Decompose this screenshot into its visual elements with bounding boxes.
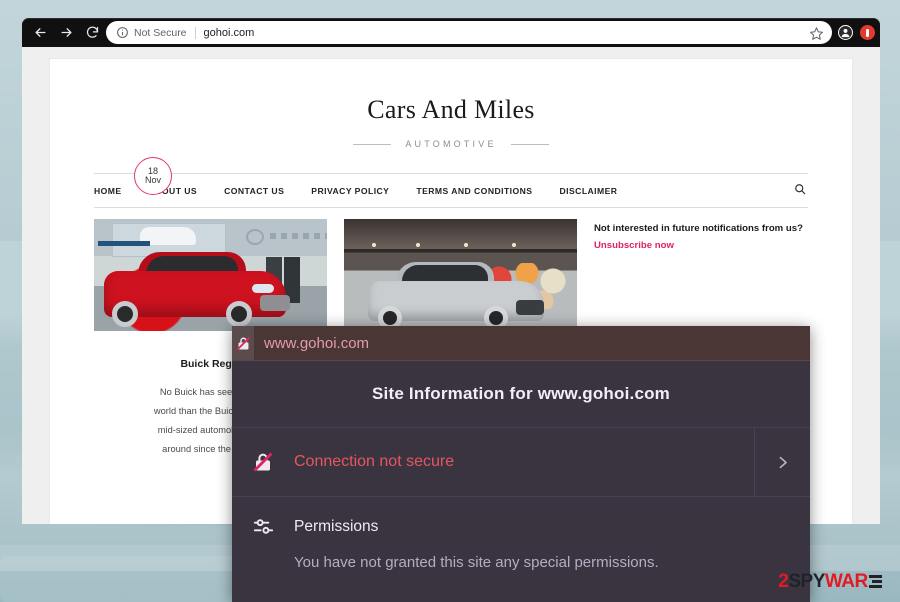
navigation-buttons <box>28 18 104 47</box>
browser-toolbar: Not Secure gohoi.com <box>22 18 880 47</box>
watermark-e-glyph <box>868 574 882 589</box>
permissions-title: Permissions <box>294 517 379 535</box>
connection-not-secure-row[interactable]: Connection not secure <box>232 427 810 497</box>
watermark-part-1: 2 <box>778 571 789 592</box>
notification-note: Not interested in future notifications f… <box>594 221 808 255</box>
notification-text: Not interested in future notifications f… <box>594 223 803 234</box>
car-grille <box>260 295 290 311</box>
watermark-part-3: WAR <box>824 571 868 592</box>
not-secure-label: Not Secure <box>134 26 187 39</box>
watermark: 2SPYWAR <box>760 562 900 602</box>
article-date-badge: 18 Nov <box>134 157 172 195</box>
panel-url-text: www.gohoi.com <box>264 334 370 352</box>
address-bar[interactable]: Not Secure gohoi.com <box>106 21 832 44</box>
ceiling-light <box>464 243 468 247</box>
ceiling-light <box>372 243 376 247</box>
date-month: Nov <box>144 175 161 185</box>
article-card[interactable] <box>344 219 577 331</box>
car-wheel <box>112 301 138 327</box>
banner-strip <box>98 241 150 246</box>
lock-crossed-icon <box>232 450 294 474</box>
nav-item-privacy-policy[interactable]: PRIVACY POLICY <box>311 186 389 196</box>
site-tagline: AUTOMOTIVE <box>405 139 497 149</box>
watermark-part-2: SPY <box>788 571 825 592</box>
article-thumbnail-red-buick <box>94 219 327 331</box>
panel-heading-area: Site Information for www.gohoi.com <box>232 361 810 427</box>
info-circle-icon <box>116 26 129 39</box>
permissions-description: You have not granted this site any speci… <box>294 554 659 571</box>
permissions-header: Permissions <box>232 515 810 538</box>
browser-menu-icon[interactable] <box>860 25 875 40</box>
permissions-sliders-icon <box>232 515 294 538</box>
article-thumbnail-silver-buick <box>344 219 577 331</box>
ceiling-light <box>512 243 516 247</box>
permissions-section: Permissions You have not granted this si… <box>232 497 810 571</box>
nav-list: HOME ABOUT US CONTACT US PRIVACY POLICY … <box>94 186 617 196</box>
panel-url-bar: www.gohoi.com <box>232 326 810 361</box>
omnibox-divider <box>194 26 196 39</box>
connection-status-label: Connection not secure <box>294 453 455 470</box>
chevron-right-icon[interactable] <box>754 428 810 496</box>
car-grille <box>516 300 544 315</box>
page-title: Cars And Miles <box>367 95 535 124</box>
wall-text <box>270 233 327 239</box>
tagline-group: AUTOMOTIVE <box>50 139 852 149</box>
tagline-rule-left <box>353 143 392 145</box>
car-wheel <box>226 301 252 327</box>
nav-item-home[interactable]: HOME <box>94 186 122 196</box>
notification-sidebar: Not interested in future notifications f… <box>594 219 808 255</box>
url-text[interactable]: gohoi.com <box>204 27 255 39</box>
panel-heading: Site Information for www.gohoi.com <box>372 384 670 403</box>
forward-arrow-icon[interactable] <box>54 21 78 45</box>
site-information-panel: www.gohoi.com Site Information for www.g… <box>232 326 810 602</box>
menu-glyph <box>866 28 869 37</box>
tagline-rule-right <box>510 143 549 145</box>
showroom-ceiling <box>344 219 577 249</box>
nav-item-terms-and-conditions[interactable]: TERMS AND CONDITIONS <box>416 186 532 196</box>
site-navigation: HOME ABOUT US CONTACT US PRIVACY POLICY … <box>94 173 808 208</box>
unsubscribe-link[interactable]: Unsubscribe now <box>594 240 674 251</box>
nav-item-contact-us[interactable]: CONTACT US <box>224 186 284 196</box>
profile-avatar-icon[interactable] <box>838 25 853 40</box>
nav-item-disclaimer[interactable]: DISCLAIMER <box>559 186 617 196</box>
star-icon[interactable] <box>809 26 824 41</box>
ceiling-light <box>416 243 420 247</box>
lock-crossed-icon[interactable] <box>232 326 254 360</box>
search-icon[interactable] <box>794 182 806 200</box>
wall-logo <box>246 229 264 245</box>
watermark-text: 2SPYWAR <box>778 571 882 593</box>
back-arrow-icon[interactable] <box>28 21 52 45</box>
reload-icon[interactable] <box>80 21 104 45</box>
car-headlight <box>252 284 274 293</box>
